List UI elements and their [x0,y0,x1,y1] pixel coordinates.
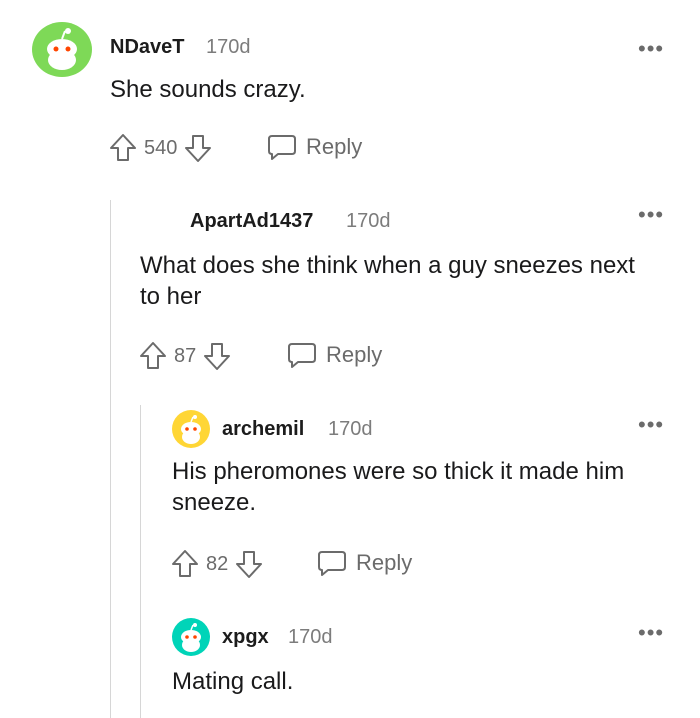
downvote-icon[interactable] [202,340,232,372]
upvote-icon[interactable] [108,132,138,164]
upvote-icon[interactable] [170,548,200,580]
snoo-avatar-icon [181,623,201,652]
vote-score: 87 [174,344,197,367]
avatar[interactable] [172,410,210,448]
vote-score: 540 [144,136,178,159]
comment-author[interactable]: ApartAd1437 [190,210,313,233]
reply-label: Reply [306,134,363,159]
comment-author[interactable]: xpgx [222,626,269,649]
vote-group: 82 [170,548,264,580]
thread-line-level-2[interactable] [140,405,141,718]
comment-body: What does she think when a guy sneezes n… [140,252,635,310]
comment-age: 170d [328,418,373,440]
more-options-icon[interactable]: ••• [638,38,664,60]
avatar[interactable] [32,22,92,77]
upvote-icon[interactable] [138,340,168,372]
thread-line-level-1[interactable] [110,200,111,718]
reply-button[interactable]: Reply [286,340,382,370]
more-options-icon[interactable]: ••• [638,622,664,644]
reply-bubble-icon [318,551,346,576]
reply-bubble-icon [288,343,316,368]
more-options-icon[interactable]: ••• [638,414,664,436]
comment-age: 170d [206,36,251,58]
comment-age: 170d [288,626,333,648]
snoo-avatar-icon [181,415,201,444]
vote-group: 540 [108,132,213,164]
avatar[interactable] [172,618,210,656]
comment-body: Mating call. [172,668,294,695]
comment-body: His pheromones were so thick it made him… [172,458,625,516]
comment-body: She sounds crazy. [110,76,306,103]
reply-button[interactable]: Reply [316,548,412,578]
more-options-icon[interactable]: ••• [638,204,664,226]
comment-age: 170d [346,210,391,232]
reply-button[interactable]: Reply [266,132,362,162]
downvote-icon[interactable] [234,548,264,580]
vote-score: 82 [206,552,229,575]
comment-author[interactable]: archemil [222,418,304,441]
downvote-icon[interactable] [183,132,213,164]
reply-label: Reply [356,550,413,575]
snoo-avatar-icon [47,28,77,70]
reply-label: Reply [326,342,383,367]
vote-group: 87 [138,340,232,372]
reply-bubble-icon [268,135,296,160]
comment-author[interactable]: NDaveT [110,36,184,59]
